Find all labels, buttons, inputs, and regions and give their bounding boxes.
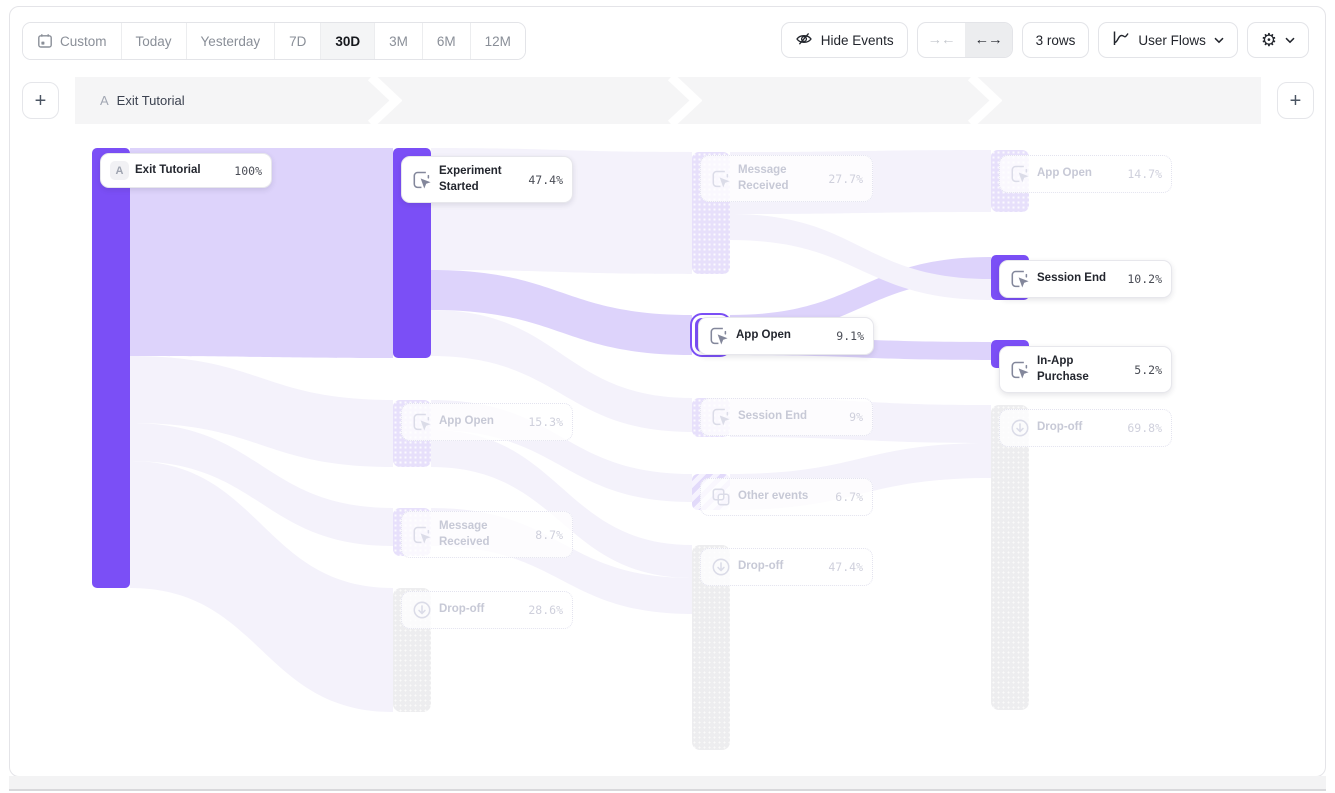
- node-label: Drop-off: [738, 559, 783, 575]
- rows-button[interactable]: 3 rows: [1022, 22, 1090, 58]
- chevron-down-icon: [1285, 37, 1295, 44]
- node-value: 9.1%: [836, 329, 864, 343]
- flow-node-card-exit-tutorial[interactable]: A Exit Tutorial 100%: [100, 153, 272, 188]
- drop-off-icon: [1009, 417, 1031, 439]
- event-icon: [710, 168, 732, 190]
- node-label: Message Received: [439, 519, 529, 550]
- step-letter-badge: A: [110, 161, 129, 180]
- node-label: Experiment Started: [439, 164, 522, 195]
- flow-node-card-session-end[interactable]: Session End 10.2%: [999, 260, 1172, 298]
- flow-node-card-in-app-purchase[interactable]: In-App Purchase 5.2%: [999, 346, 1172, 393]
- date-range-yesterday[interactable]: Yesterday: [187, 23, 276, 59]
- event-icon: [1009, 359, 1031, 381]
- node-value: 27.7%: [828, 172, 863, 186]
- date-range-selector: Custom Today Yesterday 7D 30D 3M 6M 12M: [22, 22, 526, 60]
- plus-icon: +: [35, 91, 47, 111]
- view-selector-button[interactable]: User Flows: [1098, 22, 1238, 58]
- date-range-3m[interactable]: 3M: [375, 23, 423, 59]
- chevron-down-icon: [1214, 37, 1224, 44]
- settings-button[interactable]: ⚙: [1247, 22, 1309, 58]
- add-step-right-button[interactable]: +: [1277, 82, 1314, 119]
- event-icon: [411, 524, 433, 546]
- date-range-7d[interactable]: 7D: [275, 23, 321, 59]
- flow-node-card-app-open[interactable]: App Open 9.1%: [698, 317, 874, 355]
- date-range-label: Custom: [60, 34, 107, 49]
- width-toggle: →← ←→: [917, 22, 1013, 58]
- node-value: 100%: [234, 164, 262, 178]
- node-value: 9%: [849, 410, 863, 424]
- drop-off-icon: [710, 556, 732, 578]
- node-label: Other events: [738, 489, 808, 505]
- other-events-icon: [710, 486, 732, 508]
- flow-node-bar-drop-off[interactable]: [991, 405, 1029, 710]
- node-label: Session End: [1037, 271, 1106, 287]
- flow-node-card-experiment-started[interactable]: Experiment Started 47.4%: [401, 156, 573, 203]
- node-label: App Open: [1037, 166, 1092, 182]
- flow-node-card-session-end[interactable]: Session End 9%: [700, 398, 873, 436]
- gear-icon: ⚙: [1261, 31, 1277, 49]
- node-value: 69.8%: [1127, 421, 1162, 435]
- date-range-30d[interactable]: 30D: [321, 23, 375, 59]
- event-icon: [1009, 163, 1031, 185]
- flow-node-card-other-events[interactable]: Other events 6.7%: [700, 478, 873, 516]
- node-label: Exit Tutorial: [135, 163, 201, 179]
- eye-off-icon: [795, 30, 813, 51]
- flow-node-card-drop-off[interactable]: Drop-off 69.8%: [999, 409, 1172, 447]
- calendar-icon: [37, 33, 53, 49]
- user-flows-chart-icon: [1112, 30, 1130, 50]
- node-value: 6.7%: [835, 490, 863, 504]
- drop-off-icon: [411, 599, 433, 621]
- date-range-custom[interactable]: Custom: [23, 23, 122, 59]
- node-label: Drop-off: [439, 602, 484, 618]
- event-icon: [411, 411, 433, 433]
- date-range-today[interactable]: Today: [122, 23, 187, 59]
- plus-icon: +: [1290, 91, 1302, 111]
- node-value: 14.7%: [1127, 167, 1162, 181]
- collapse-width-button[interactable]: →←: [918, 23, 965, 57]
- node-value: 8.7%: [535, 528, 563, 542]
- event-icon: [411, 169, 433, 191]
- event-icon: [710, 406, 732, 428]
- node-label: In-App Purchase: [1037, 354, 1128, 385]
- date-range-12m[interactable]: 12M: [471, 23, 525, 59]
- node-label: Session End: [738, 409, 807, 425]
- expand-width-button[interactable]: ←→: [965, 23, 1012, 57]
- hide-events-button[interactable]: Hide Events: [781, 22, 908, 58]
- flow-node-card-app-open[interactable]: App Open 15.3%: [401, 403, 573, 441]
- date-range-6m[interactable]: 6M: [423, 23, 471, 59]
- flow-node-card-message-received[interactable]: Message Received 8.7%: [401, 511, 573, 558]
- flow-node-bar-exit-tutorial[interactable]: [92, 148, 130, 588]
- sankey-flow-links: [0, 0, 1335, 793]
- node-value: 47.4%: [528, 173, 563, 187]
- add-step-left-button[interactable]: +: [22, 82, 59, 119]
- event-icon: [1009, 268, 1031, 290]
- collapse-icon: →←: [928, 32, 955, 48]
- flow-node-card-message-received[interactable]: Message Received 27.7%: [700, 155, 873, 202]
- flow-node-card-drop-off[interactable]: Drop-off 47.4%: [700, 548, 873, 586]
- flow-node-card-drop-off[interactable]: Drop-off 28.6%: [401, 591, 573, 629]
- node-label: Message Received: [738, 163, 822, 194]
- node-label: Drop-off: [1037, 420, 1082, 436]
- node-value: 5.2%: [1134, 363, 1162, 377]
- node-value: 15.3%: [528, 415, 563, 429]
- node-value: 28.6%: [528, 603, 563, 617]
- node-label: App Open: [439, 414, 494, 430]
- node-label: App Open: [736, 328, 791, 344]
- event-icon: [708, 325, 730, 347]
- node-value: 10.2%: [1127, 272, 1162, 286]
- expand-icon: ←→: [975, 32, 1002, 48]
- node-value: 47.4%: [828, 560, 863, 574]
- chart-controls: Hide Events →← ←→ 3 rows User Flows ⚙: [781, 22, 1309, 58]
- flow-node-card-app-open[interactable]: App Open 14.7%: [999, 155, 1172, 193]
